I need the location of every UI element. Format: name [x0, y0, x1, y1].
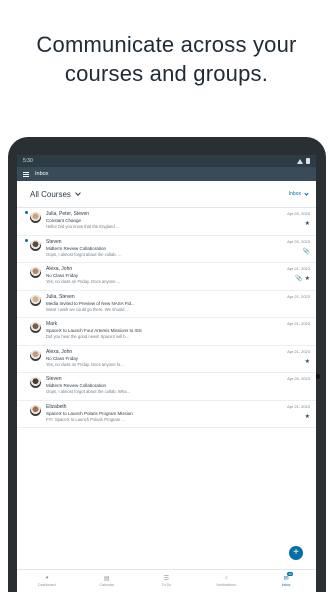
paperclip-icon: 📎	[295, 276, 303, 282]
tab-to-do[interactable]: ☰ To Do	[137, 570, 197, 592]
status-time: 5:30	[23, 158, 33, 164]
message-date: Apr 21, 2023	[287, 266, 310, 271]
tab-label: Inbox	[281, 583, 291, 587]
menu-icon[interactable]	[23, 171, 29, 177]
wifi-icon	[297, 158, 303, 164]
message-flags: ★	[305, 414, 310, 420]
message-participants: Elizabeth	[46, 403, 67, 410]
message-row[interactable]: Mark SpaceX to Launch Four Artemis Missio…	[17, 318, 316, 346]
message-row[interactable]: Julia, Peter, Steven Constant Change Hello…	[17, 208, 316, 236]
bell-icon: ♪	[224, 575, 228, 581]
message-participants: Alexa, John	[46, 348, 73, 355]
message-subject: Constant Change	[46, 218, 82, 223]
message-participants: Julia, Steven	[46, 293, 75, 300]
status-icons	[297, 158, 310, 164]
course-filter-label: All Courses	[30, 189, 71, 199]
tab-label: Dashboard	[38, 583, 56, 587]
avatar	[30, 377, 41, 388]
avatar	[30, 404, 41, 416]
unread-indicator	[25, 211, 28, 214]
message-subject: Media Invited to Preview of New NASA Fid…	[46, 300, 135, 306]
star-icon[interactable]: ★	[305, 414, 310, 420]
message-flags: 📎	[303, 249, 310, 255]
avatar	[30, 294, 41, 306]
todo-icon: ☰	[163, 575, 170, 582]
message-flags: 📎 ★	[295, 276, 310, 282]
message-preview: Hello! Did you know that the England ...	[46, 224, 120, 229]
tab-calendar[interactable]: ▤ Calendar	[77, 570, 137, 592]
calendar-icon: ▤	[103, 575, 110, 582]
course-filter-dropdown[interactable]: All Courses	[30, 189, 81, 199]
headline-line-1: Communicate across your	[36, 32, 297, 57]
message-date: Apr 21, 2023	[287, 403, 310, 409]
avatar	[30, 239, 41, 251]
message-participants: Steven	[46, 376, 62, 382]
message-preview: FYI: SpaceX to Launch Polaris Program ..…	[46, 416, 125, 422]
message-subject: No Class Friday	[46, 355, 79, 361]
message-list: Julia, Peter, Steven Constant Change Hello…	[17, 208, 316, 428]
message-row[interactable]: Steven Midterm Review Collaboration Oops, …	[17, 373, 316, 401]
message-preview: Did you hear the good news! SpaceX will …	[46, 334, 130, 339]
message-subject: No Class Friday	[46, 273, 79, 278]
message-date: Apr 21, 2023	[287, 293, 310, 299]
message-subject: SpaceX to Launch Four Artemis Missions t…	[46, 328, 142, 333]
message-date: Apr 20, 2023	[287, 238, 310, 244]
app-store-screenshot: Communicate across your courses and grou…	[0, 0, 333, 592]
marketing-headline: Communicate across your courses and grou…	[0, 30, 333, 88]
tab-notifications[interactable]: ♪ Notifications	[196, 570, 256, 592]
message-date: Apr 21, 2023	[287, 321, 310, 326]
message-preview: Oops, I almost forgot about the collab. …	[46, 389, 131, 394]
scope-filter-dropdown[interactable]: Inbox	[288, 190, 309, 197]
message-row[interactable]: Alexa, John No Class Friday Yes, no class …	[17, 346, 316, 373]
message-participants: Julia, Peter, Steven	[46, 211, 90, 217]
message-date: Apr 21, 2023	[287, 348, 310, 354]
message-flags: ★	[305, 221, 310, 227]
avatar	[30, 322, 41, 333]
paperclip-icon: 📎	[302, 248, 310, 255]
message-date: Apr 20, 2023	[287, 211, 310, 216]
message-preview: Yes, no class on Friday. Docs anyone fo.…	[46, 361, 124, 367]
avatar	[30, 349, 41, 361]
message-row[interactable]: Steven Midterm Review Collaboration Oops, …	[17, 236, 316, 263]
unread-indicator	[25, 238, 28, 242]
message-participants: Alexa, John	[46, 266, 73, 272]
message-participants: Steven	[46, 238, 62, 245]
message-subject: Midterm Review Collaboration	[46, 245, 107, 251]
dashboard-icon: ◕	[45, 575, 49, 581]
message-date: Apr 20, 2023	[287, 376, 310, 381]
message-subject: SpaceX to Launch Polaris Program Mission	[46, 410, 133, 416]
battery-icon	[306, 158, 310, 164]
avatar	[30, 212, 41, 223]
star-icon[interactable]: ★	[305, 221, 310, 227]
tab-label: Calendar	[99, 583, 114, 587]
tab-inbox[interactable]: ✉ Inbox 10	[256, 570, 316, 592]
star-icon[interactable]: ★	[305, 276, 310, 282]
avatar	[30, 267, 41, 278]
chevron-down-icon	[304, 190, 309, 196]
star-icon[interactable]: ★	[305, 359, 310, 365]
message-participants: Mark	[46, 321, 58, 327]
message-flags: ★	[305, 359, 310, 365]
bottom-navigation: ◕ Dashboard ▤ Calendar ☰ To Do ♪ Notifications ✉…	[17, 569, 316, 592]
unread-count-badge: 10	[287, 572, 293, 576]
tab-label: Notifications	[216, 583, 237, 587]
filter-bar: All Courses Inbox	[17, 181, 316, 208]
message-preview: Oops, I almost forgot about the collab. …	[46, 251, 122, 257]
message-subject: Midterm Review Collaboration	[46, 383, 107, 388]
tab-dashboard[interactable]: ◕ Dashboard	[17, 570, 77, 592]
tablet-screen: 5:30 Inbox All Courses Inbox Julia, Pete…	[17, 155, 316, 592]
message-preview: Yes, no class on Friday. Docs anyone ...	[46, 279, 121, 284]
scope-filter-label: Inbox	[288, 191, 301, 197]
message-row[interactable]: Elizabeth SpaceX to Launch Polaris Progra…	[17, 401, 316, 428]
headline-line-2: courses and groups.	[64, 61, 269, 86]
app-bar: Inbox	[17, 167, 316, 181]
status-bar: 5:30	[17, 155, 316, 167]
compose-button[interactable]: +	[289, 546, 303, 560]
message-row[interactable]: Julia, Steven Media Invited to Preview of…	[17, 291, 316, 318]
tab-label: To Do	[161, 583, 172, 587]
chevron-down-icon	[75, 190, 81, 196]
message-row[interactable]: Alexa, John No Class Friday Yes, no class …	[17, 263, 316, 291]
app-title: Inbox	[35, 171, 49, 177]
message-preview: Wow! I wish we could go there. We should…	[46, 306, 130, 312]
